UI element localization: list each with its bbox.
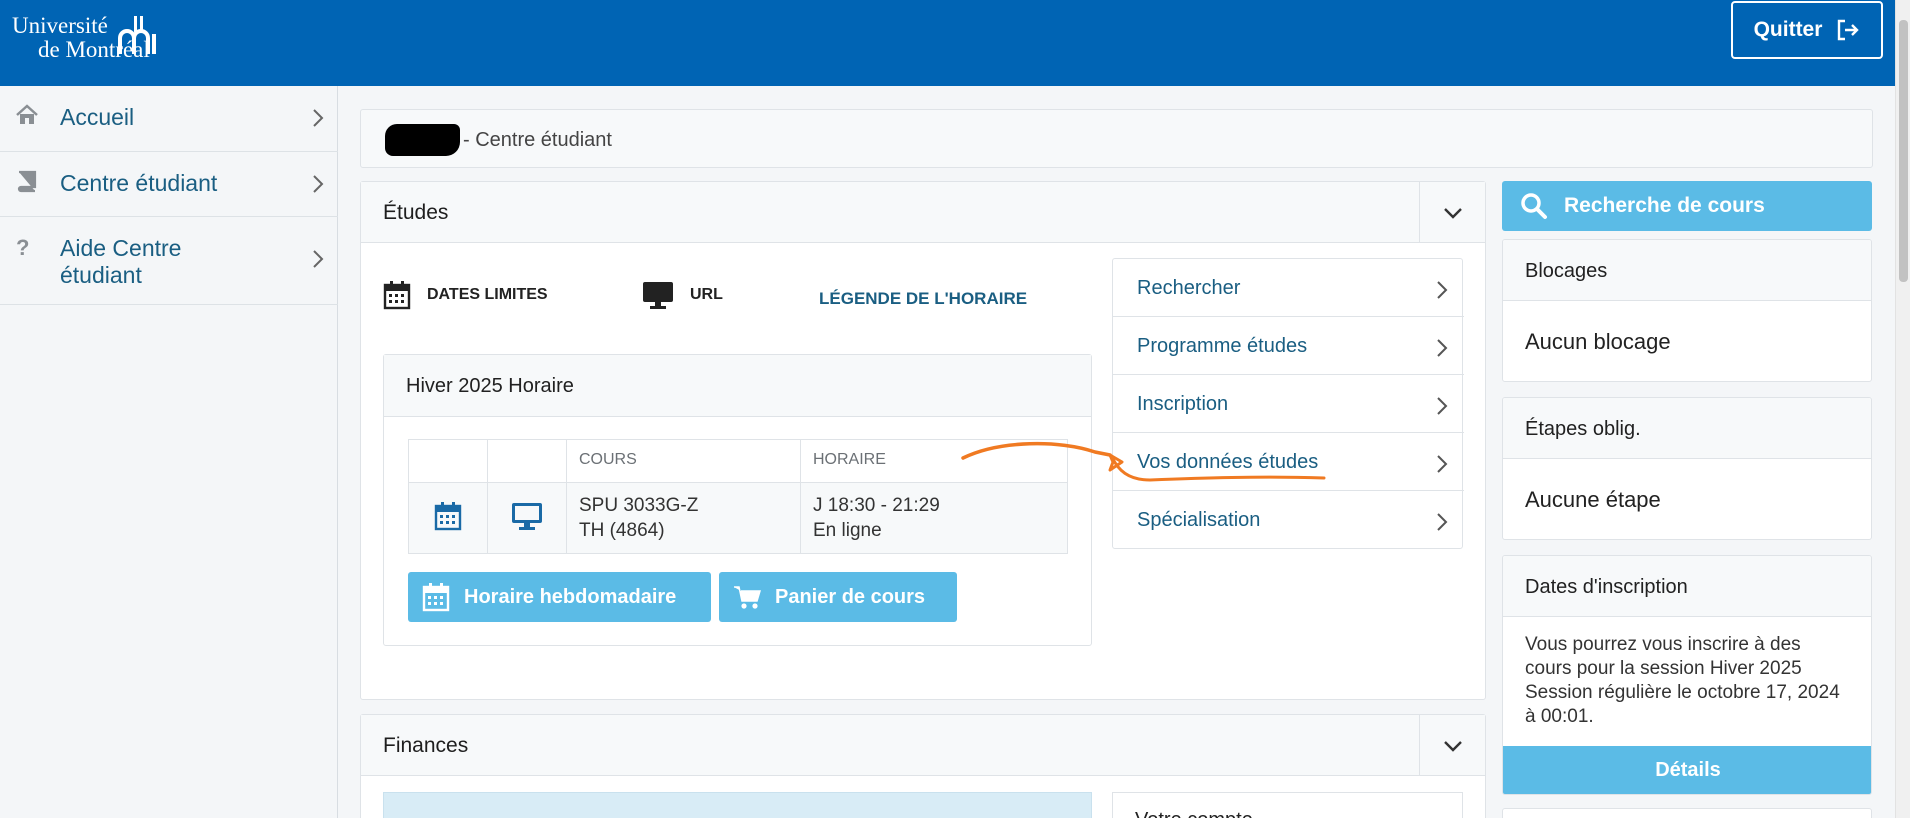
weekly-schedule-button[interactable]: Horaire hebdomadaire <box>408 572 711 622</box>
dates-inscription-card: Dates d'inscription Vous pourrez vous in… <box>1502 555 1872 795</box>
sidebar-item-accueil[interactable]: Accueil <box>0 86 338 152</box>
card-title: Étapes oblig. <box>1503 398 1871 459</box>
dates-limites-label: DATES LIMITES <box>427 286 548 303</box>
chevron-right-icon <box>313 250 324 268</box>
scrollbar-thumb[interactable] <box>1899 20 1908 282</box>
finance-account-card[interactable]: Votre compte <box>1112 792 1463 818</box>
column-header: COURS <box>566 439 801 483</box>
logo-mark-icon <box>118 16 156 54</box>
breadcrumb-text: - Centre étudiant <box>463 129 612 151</box>
etudes-panel-header: Études <box>361 182 1485 243</box>
panel-title: Études <box>383 201 449 224</box>
panel-title: Finances <box>383 734 469 757</box>
card-body: Vous pourrez vous inscrire à des cours p… <box>1525 634 1840 727</box>
chevron-down-icon <box>1443 740 1462 752</box>
chevron-right-icon <box>313 109 324 127</box>
menu-item-label: Spécialisation <box>1137 509 1261 531</box>
etudes-menu: Rechercher Programme études Inscription … <box>1112 258 1464 549</box>
home-icon <box>16 104 38 124</box>
etapes-card: Étapes oblig. Aucune étape <box>1502 397 1872 540</box>
sidebar-item-aide[interactable]: ? Aide Centre étudiant <box>0 217 338 305</box>
course-code: SPU 3033G-Z <box>579 495 699 516</box>
finance-info-box <box>383 792 1092 818</box>
course-time: J 18:30 - 21:29 <box>813 495 940 516</box>
calendar-icon <box>383 281 411 310</box>
finance-account-label: Votre compte <box>1135 809 1253 818</box>
sidebar-item-centre-etudiant[interactable]: Centre étudiant <box>0 152 338 217</box>
finances-panel-header: Finances <box>361 715 1485 776</box>
details-button[interactable]: Détails <box>1503 746 1871 794</box>
chevron-down-icon <box>1443 207 1462 219</box>
shopping-cart-icon <box>734 586 761 609</box>
menu-item-vos-donnees-etudes[interactable]: Vos données études <box>1113 433 1464 491</box>
quit-label: Quitter <box>1753 18 1823 41</box>
chevron-right-icon <box>1437 513 1448 531</box>
online-cell[interactable] <box>487 482 567 554</box>
table-header-row: COURS HORAIRE <box>408 439 1068 483</box>
question-icon: ? <box>16 235 30 260</box>
course-cell: SPU 3033G-Z TH (4864) <box>566 482 801 554</box>
column-header <box>487 439 567 483</box>
menu-item-rechercher[interactable]: Rechercher <box>1113 259 1464 317</box>
schedule-legend-link[interactable]: LÉGENDE DE L'HORAIRE <box>819 289 1027 309</box>
sidebar-item-label: Accueil <box>60 104 135 130</box>
course-table: COURS HORAIRE SPU 3033G-Z TH (4864) J 18… <box>408 439 1068 554</box>
sidebar-item-label: Centre étudiant <box>60 170 218 196</box>
schedule-card: Hiver 2025 Horaire COURS HORAIRE SPU 303… <box>383 354 1092 646</box>
column-header <box>408 439 488 483</box>
top-header: Université de Montréal Quitter <box>0 0 1910 86</box>
breadcrumb: - Centre étudiant <box>360 109 1873 168</box>
course-cart-button[interactable]: Panier de cours <box>719 572 957 622</box>
schedule-cell: J 18:30 - 21:29 En ligne <box>800 482 1068 554</box>
book-icon <box>17 170 37 193</box>
course-mode: En ligne <box>813 520 882 541</box>
chevron-right-icon <box>1437 281 1448 299</box>
card-body: Aucun blocage <box>1525 329 1671 354</box>
menu-item-label: Vos données études <box>1137 451 1319 473</box>
url-link[interactable]: URL <box>642 280 723 310</box>
menu-item-programme-etudes[interactable]: Programme études <box>1113 317 1464 375</box>
menu-item-label: Programme études <box>1137 335 1308 357</box>
course-cart-label: Panier de cours <box>775 585 926 608</box>
column-header: HORAIRE <box>800 439 1068 483</box>
table-row: SPU 3033G-Z TH (4864) J 18:30 - 21:29 En… <box>408 482 1068 554</box>
vertical-scrollbar[interactable] <box>1895 0 1910 818</box>
redacted-name <box>385 124 460 156</box>
logout-icon <box>1838 19 1860 41</box>
card-title: Dates d'inscription <box>1503 556 1871 617</box>
monitor-icon <box>643 282 673 309</box>
sidebar: Accueil Centre étudiant ? Aide Centre ét… <box>0 86 338 818</box>
card-title: Blocages <box>1503 240 1871 301</box>
sidebar-item-label: Aide Centre étudiant <box>60 235 182 288</box>
menu-item-specialisation[interactable]: Spécialisation <box>1113 491 1464 549</box>
course-search-button[interactable]: Recherche de cours <box>1502 181 1872 231</box>
chevron-right-icon <box>1437 397 1448 415</box>
menu-item-inscription[interactable]: Inscription <box>1113 375 1464 433</box>
calendar-icon <box>434 502 462 531</box>
calendar-icon <box>422 583 450 612</box>
search-icon <box>1521 193 1547 219</box>
card-body: Aucune étape <box>1525 487 1661 512</box>
menu-item-label: Rechercher <box>1137 277 1241 299</box>
schedule-card-header: Hiver 2025 Horaire <box>384 355 1091 417</box>
chevron-right-icon <box>313 175 324 193</box>
calendar-cell[interactable] <box>408 482 488 554</box>
schedule-title: Hiver 2025 Horaire <box>406 375 574 397</box>
course-search-label: Recherche de cours <box>1564 194 1765 217</box>
next-card <box>1502 808 1872 818</box>
collapse-toggle[interactable] <box>1419 182 1485 243</box>
collapse-toggle[interactable] <box>1419 715 1485 776</box>
schedule-legend-label: LÉGENDE DE L'HORAIRE <box>819 289 1028 308</box>
url-label: URL <box>690 286 723 303</box>
menu-item-label: Inscription <box>1137 393 1229 415</box>
weekly-schedule-label: Horaire hebdomadaire <box>464 585 677 608</box>
dates-limites-link[interactable]: DATES LIMITES <box>383 280 548 310</box>
chevron-right-icon <box>1437 455 1448 473</box>
blocages-card: Blocages Aucun blocage <box>1502 239 1872 382</box>
chevron-right-icon <box>1437 339 1448 357</box>
monitor-icon <box>512 503 542 530</box>
quit-button[interactable]: Quitter <box>1731 1 1883 59</box>
course-section: TH (4864) <box>579 520 665 541</box>
